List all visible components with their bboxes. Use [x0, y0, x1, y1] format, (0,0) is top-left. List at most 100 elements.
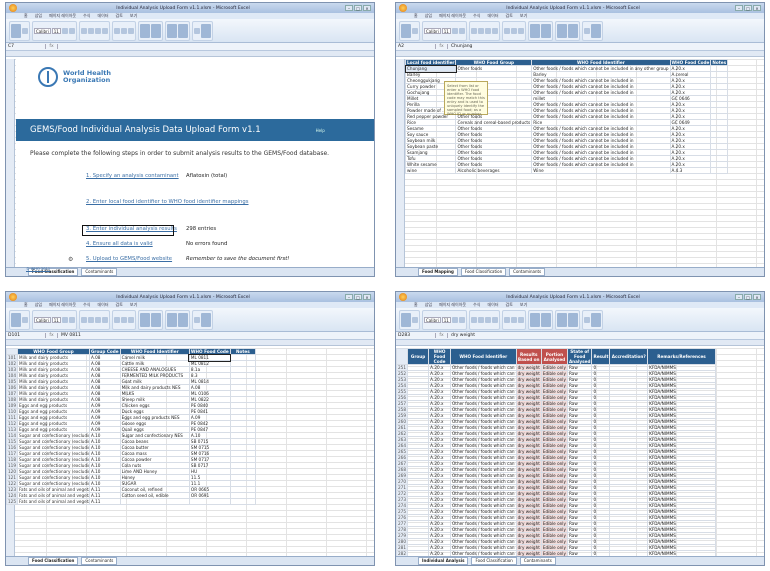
- table-cell[interactable]: dry weight: [515, 538, 542, 545]
- table-cell[interactable]: Sugar and confectionary (excluding cocoa…: [17, 444, 90, 451]
- table-cell[interactable]: Other foods / foods which can: [450, 508, 517, 515]
- col-who-code[interactable]: WHO Food Code: [188, 348, 231, 355]
- table-cell[interactable]: Other foods / foods which can: [450, 544, 517, 551]
- font-group[interactable]: Calibri 11: [32, 309, 77, 330]
- cells-group[interactable]: [554, 309, 580, 330]
- table-cell[interactable]: Other foods / foods which can: [450, 400, 517, 407]
- table-cell[interactable]: dry weight: [515, 484, 542, 491]
- ribbon-tab[interactable]: 삽입: [35, 13, 42, 19]
- table-cell[interactable]: Fats and oils of animal and vegetable (e…: [17, 492, 90, 499]
- sheet-tab-individual-analysis[interactable]: Individual Analysis: [418, 557, 469, 565]
- office-button[interactable]: [9, 4, 17, 12]
- sheet-tab-contaminants[interactable]: Contaminants: [519, 557, 556, 565]
- row-number[interactable]: 108: [6, 396, 18, 403]
- ribbon-tab[interactable]: 수식: [83, 302, 90, 308]
- table-cell[interactable]: dry weight: [515, 442, 542, 449]
- col-group-code[interactable]: Group Code: [89, 348, 121, 355]
- ribbon-tab[interactable]: 삽입: [425, 13, 432, 19]
- ribbon-tab[interactable]: 검토: [116, 302, 123, 308]
- fx-icon[interactable]: fx: [46, 44, 58, 49]
- row-number[interactable]: 118: [6, 456, 18, 463]
- table-cell[interactable]: Sugar and confectionary (excluding cocoa…: [17, 462, 90, 469]
- table-cell[interactable]: dry weight: [515, 496, 542, 503]
- row-number[interactable]: 121: [6, 474, 18, 481]
- table-cell[interactable]: wine: [404, 167, 457, 174]
- col-notes[interactable]: Notes: [710, 59, 729, 66]
- font-name-box[interactable]: Calibri: [424, 316, 441, 323]
- table-cell[interactable]: Sugar and confectionary (excluding cocoa…: [17, 474, 90, 481]
- row-number[interactable]: 107: [6, 390, 18, 397]
- table-cell[interactable]: Edible only: [540, 424, 568, 431]
- table-cell[interactable]: dry weight: [515, 394, 542, 401]
- row-number[interactable]: 122: [6, 480, 18, 487]
- fx-icon[interactable]: fx: [436, 44, 448, 49]
- table-cell[interactable]: Edible only: [540, 418, 568, 425]
- row-number[interactable]: 113: [6, 426, 18, 433]
- table-cell[interactable]: Other foods / foods which can: [450, 502, 517, 509]
- row-number[interactable]: 101: [6, 354, 18, 361]
- table-cell[interactable]: Other foods / foods which can: [450, 442, 517, 449]
- col-remarks[interactable]: Remarks/References: [647, 348, 716, 365]
- table-cell[interactable]: Sugar and confectionary (excluding cocoa…: [17, 432, 90, 439]
- row-number[interactable]: 120: [6, 468, 18, 475]
- close-button[interactable]: ×: [363, 294, 371, 300]
- close-button[interactable]: ×: [363, 5, 371, 11]
- row-number[interactable]: 252: [396, 370, 408, 377]
- font-size-box[interactable]: 11: [51, 316, 61, 323]
- editing-group[interactable]: [191, 20, 213, 41]
- alignment-group[interactable]: [468, 20, 500, 41]
- copyright-link[interactable]: © WHO 2011: [26, 267, 50, 271]
- table-cell[interactable]: A.4.3: [669, 167, 712, 174]
- sheet-tab-contaminants[interactable]: Contaminants: [81, 557, 118, 565]
- table-cell[interactable]: dry weight: [515, 436, 542, 443]
- ribbon-tab[interactable]: 수식: [83, 13, 90, 19]
- table-cell[interactable]: Other foods / foods which can: [450, 532, 517, 539]
- table-cell[interactable]: dry weight: [515, 526, 542, 533]
- row-number[interactable]: 109: [6, 402, 18, 409]
- clipboard-group[interactable]: [399, 20, 420, 41]
- table-cell[interactable]: Other foods / foods which can: [450, 424, 517, 431]
- formula-input[interactable]: dry weight: [448, 333, 475, 338]
- office-button[interactable]: [399, 293, 407, 301]
- number-group[interactable]: [501, 309, 526, 330]
- table-cell[interactable]: Other foods / foods which can: [450, 454, 517, 461]
- table-cell[interactable]: dry weight: [515, 466, 542, 473]
- table-cell[interactable]: dry weight: [515, 454, 542, 461]
- table-cell[interactable]: Edible only: [540, 448, 568, 455]
- table-cell[interactable]: Milk and dairy products NES: [119, 384, 190, 391]
- row-number[interactable]: 117: [6, 450, 18, 457]
- ribbon-tab[interactable]: 보기: [130, 13, 137, 19]
- table-cell[interactable]: Edible only: [540, 460, 568, 467]
- row-number[interactable]: 266: [396, 454, 408, 461]
- row-number[interactable]: 261: [396, 424, 408, 431]
- row-number[interactable]: 119: [6, 462, 18, 469]
- styles-group[interactable]: [137, 20, 163, 41]
- table-cell[interactable]: Edible only: [540, 382, 568, 389]
- alignment-group[interactable]: [78, 20, 110, 41]
- table-cell[interactable]: Other foods / foods which can: [450, 418, 517, 425]
- styles-group[interactable]: [527, 309, 553, 330]
- table-cell[interactable]: Other foods / foods which can: [450, 526, 517, 533]
- ribbon-tab[interactable]: 삽입: [35, 302, 42, 308]
- col-who-code[interactable]: WHO Food Code: [669, 59, 712, 66]
- row-number[interactable]: 105: [6, 378, 18, 385]
- name-box[interactable]: C7: [6, 44, 46, 49]
- ribbon-tab[interactable]: 페이지 레이아웃: [49, 302, 76, 308]
- table-cell[interactable]: dry weight: [515, 544, 542, 551]
- row-number[interactable]: 279: [396, 532, 408, 539]
- row-number[interactable]: 123: [6, 486, 18, 493]
- col-local-food[interactable]: Local food identifier: [404, 59, 457, 66]
- table-cell[interactable]: Other foods / foods which can: [450, 484, 517, 491]
- office-button[interactable]: [9, 293, 17, 301]
- ribbon-tab[interactable]: 페이지 레이아웃: [439, 13, 466, 19]
- font-name-box[interactable]: Calibri: [424, 27, 441, 34]
- ribbon-tab[interactable]: 데이터: [97, 302, 108, 308]
- cells-group[interactable]: [164, 20, 190, 41]
- row-number[interactable]: 272: [396, 490, 408, 497]
- row-number[interactable]: 255: [396, 388, 408, 395]
- table-cell[interactable]: Other foods / foods which can: [450, 520, 517, 527]
- table-cell[interactable]: FERMENTED MILK PRODUCTS: [119, 372, 190, 379]
- ribbon-tab[interactable]: 홈: [414, 302, 418, 308]
- table-cell[interactable]: dry weight: [515, 508, 542, 515]
- ribbon-tab[interactable]: 데이터: [97, 13, 108, 19]
